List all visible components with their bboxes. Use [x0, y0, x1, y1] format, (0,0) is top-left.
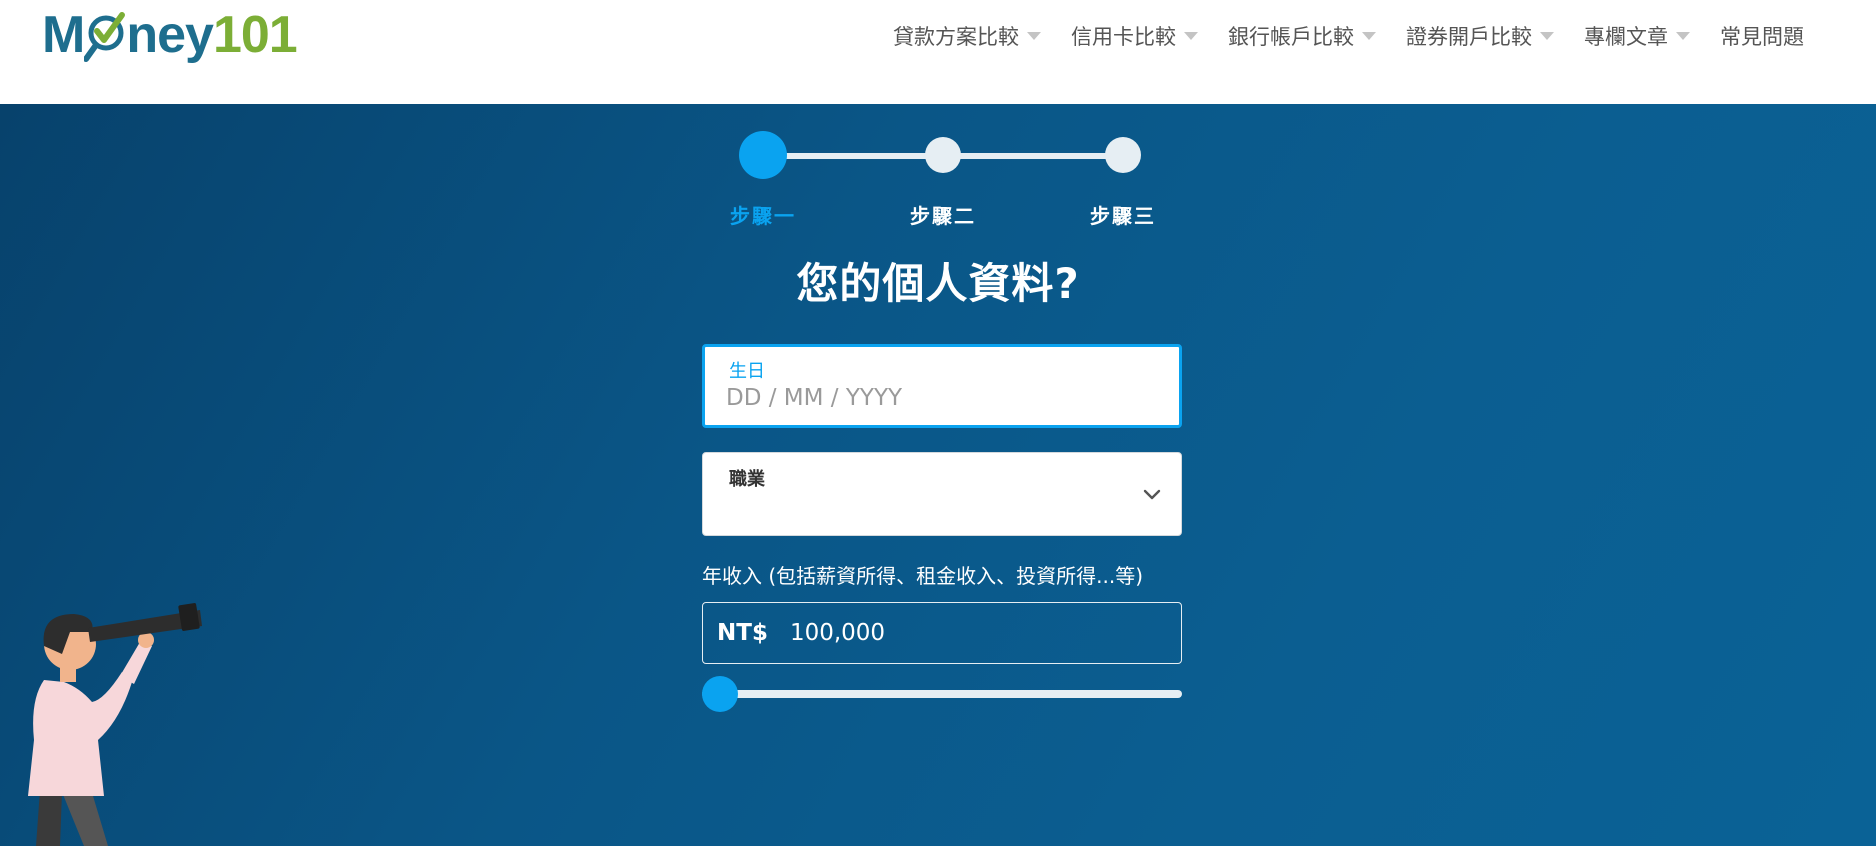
nav-item-label: 專欄文章 [1584, 25, 1668, 49]
step-1-label: 步驟一 [730, 204, 796, 228]
caret-down-icon [1027, 32, 1041, 40]
nav-item-brokerage-compare[interactable]: 證券開戶比較 [1406, 21, 1554, 51]
occupation-select[interactable]: 職業 [702, 452, 1182, 536]
caret-down-icon [1540, 32, 1554, 40]
caret-down-icon [1362, 32, 1376, 40]
caret-down-icon [1184, 32, 1198, 40]
magnifier-check-icon [84, 5, 126, 65]
nav-item-articles[interactable]: 專欄文章 [1584, 21, 1690, 51]
birthday-label: 生日 [729, 361, 765, 382]
hero-section: 步驟一 步驟二 步驟三 您的個人資料? 生日 職業 年收入 (包括薪資所得、租金… [0, 104, 1876, 846]
income-input[interactable] [789, 620, 1150, 646]
birthday-field[interactable]: 生日 [702, 344, 1182, 428]
step-2-label: 步驟二 [910, 204, 976, 228]
step-2-indicator [925, 137, 961, 173]
money101-logo[interactable]: M ney 101 [42, 2, 298, 68]
form-title: 您的個人資料? [796, 259, 1080, 308]
nav-item-label: 貸款方案比較 [893, 25, 1019, 49]
income-label: 年收入 (包括薪資所得、租金收入、投資所得...等) [702, 564, 1144, 588]
nav-item-bank-account-compare[interactable]: 銀行帳戶比較 [1228, 21, 1376, 51]
nav-item-label: 常見問題 [1720, 25, 1804, 49]
income-slider[interactable] [702, 676, 1182, 712]
main-nav: 貸款方案比較 信用卡比較 銀行帳戶比較 證券開戶比較 專欄文章 常見問題 [863, 18, 1804, 54]
step-3-label: 步驟三 [1090, 204, 1156, 228]
logo-number: 101 [212, 6, 298, 64]
step-connector [943, 153, 1123, 159]
logo-text: ney [126, 6, 214, 64]
page: M ney 101 貸款方案比較 信用卡比較 銀行帳戶比較 證券開戶比較 專欄文… [0, 0, 1876, 846]
nav-item-label: 銀行帳戶比較 [1228, 25, 1354, 49]
slider-thumb[interactable] [702, 676, 738, 712]
step-1-indicator [739, 131, 787, 179]
chevron-down-icon [1143, 489, 1161, 500]
nav-item-label: 證券開戶比較 [1406, 25, 1532, 49]
nav-item-label: 信用卡比較 [1071, 25, 1176, 49]
site-header: M ney 101 貸款方案比較 信用卡比較 銀行帳戶比較 證券開戶比較 專欄文… [0, 0, 1876, 104]
person-telescope-illustration [28, 603, 202, 846]
nav-item-loan-compare[interactable]: 貸款方案比較 [893, 21, 1041, 51]
income-field[interactable]: NT$ [702, 602, 1182, 664]
logo-letter-m: M [42, 6, 85, 64]
step-connector [763, 153, 943, 159]
nav-item-credit-card-compare[interactable]: 信用卡比較 [1071, 21, 1198, 51]
caret-down-icon [1676, 32, 1690, 40]
occupation-label: 職業 [729, 469, 765, 490]
birthday-input[interactable] [726, 385, 1146, 411]
step-3-indicator [1105, 137, 1141, 173]
nav-item-faq[interactable]: 常見問題 [1720, 21, 1804, 51]
currency-label: NT$ [717, 620, 768, 646]
stepper: 步驟一 步驟二 步驟三 [0, 104, 1876, 228]
